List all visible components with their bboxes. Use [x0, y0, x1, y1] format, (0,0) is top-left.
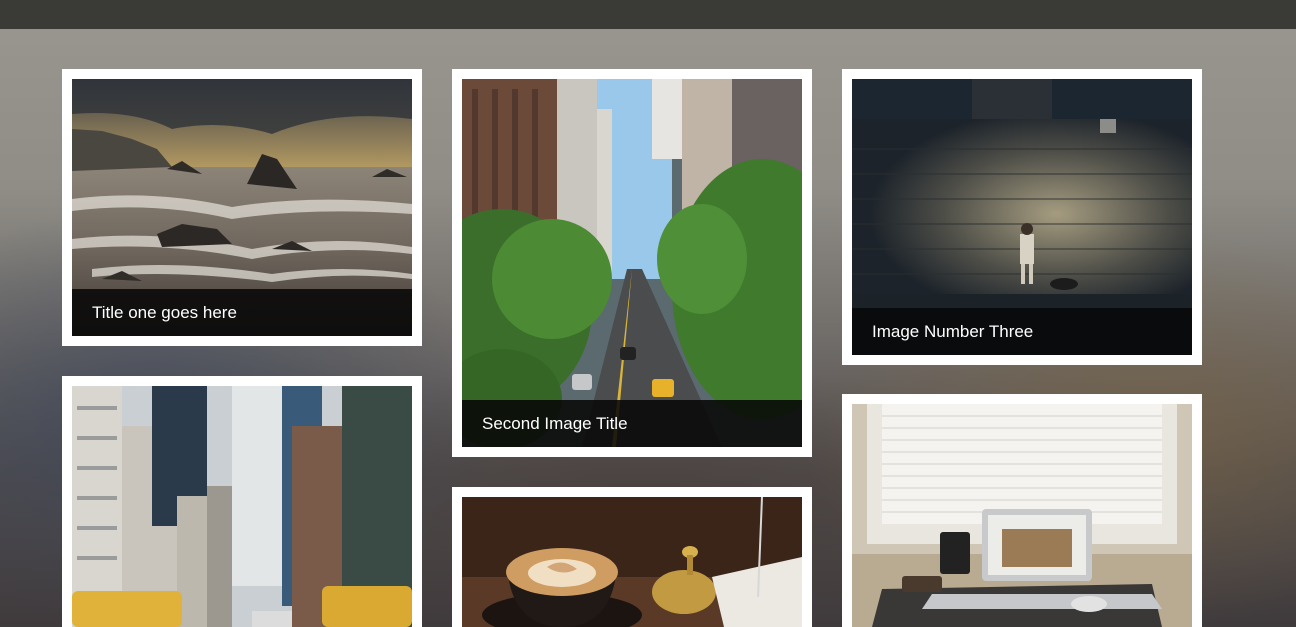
card-caption: Second Image Title: [462, 400, 802, 447]
gallery-card-4[interactable]: [62, 376, 422, 627]
photo-city-street[interactable]: [72, 386, 412, 627]
photo-seashore[interactable]: Title one goes here: [72, 79, 412, 336]
photo-coffee[interactable]: [462, 497, 802, 627]
card-caption: Image Number Three: [852, 308, 1192, 355]
card-caption: Title one goes here: [72, 289, 412, 336]
gallery-card-1[interactable]: Title one goes here: [62, 69, 422, 346]
photo-city-avenue[interactable]: Second Image Title: [462, 79, 802, 447]
photo-laptop[interactable]: [852, 404, 1192, 627]
gallery-card-2[interactable]: Second Image Title: [452, 69, 812, 457]
gallery-card-5[interactable]: [452, 487, 812, 627]
photo-child-dog[interactable]: Image Number Three: [852, 79, 1192, 355]
gallery-card-6[interactable]: [842, 394, 1202, 627]
top-bar: [0, 0, 1296, 29]
gallery-card-3[interactable]: Image Number Three: [842, 69, 1202, 365]
